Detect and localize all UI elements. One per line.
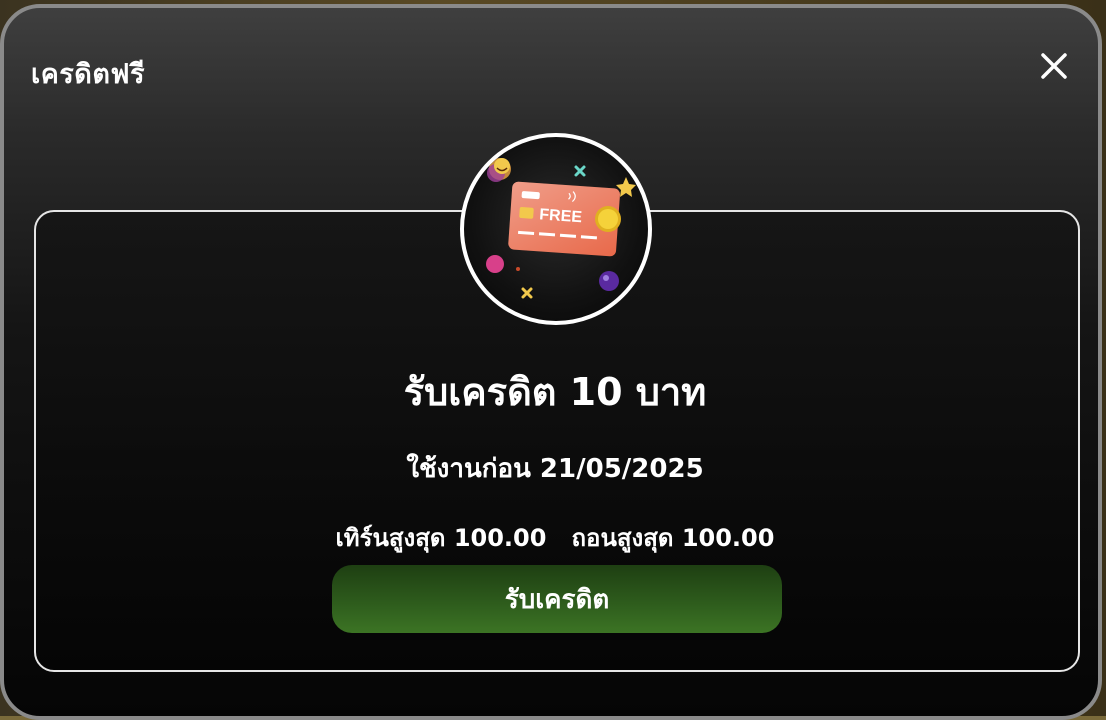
- svg-text:FREE: FREE: [539, 206, 583, 226]
- free-credit-modal: เครดิตฟรี FREE รับเครดิต 10 บาท ใช้งานก่…: [0, 4, 1102, 720]
- claim-credit-button[interactable]: รับเครดิต: [332, 565, 782, 633]
- coin-icon: [595, 206, 621, 232]
- smiley-emoji-icon: [487, 158, 511, 182]
- offer-heading: รับเครดิต 10 บาท: [403, 370, 707, 414]
- close-button[interactable]: [1034, 46, 1074, 86]
- max-withdraw: ถอนสูงสุด 100.00: [571, 524, 775, 552]
- ball-icon: [486, 255, 504, 273]
- free-credit-badge: FREE: [460, 133, 652, 325]
- close-icon: [1041, 53, 1067, 79]
- modal-title: เครดิตฟรี: [31, 59, 145, 90]
- sparkle-x-icon: [574, 165, 586, 177]
- offer-expiry: ใช้งานก่อน 21/05/2025: [406, 454, 704, 484]
- offer-limits: เทิร์นสูงสุด 100.00 ถอนสูงสุด 100.00: [4, 518, 1098, 557]
- max-turnover: เทิร์นสูงสุด 100.00: [335, 524, 547, 552]
